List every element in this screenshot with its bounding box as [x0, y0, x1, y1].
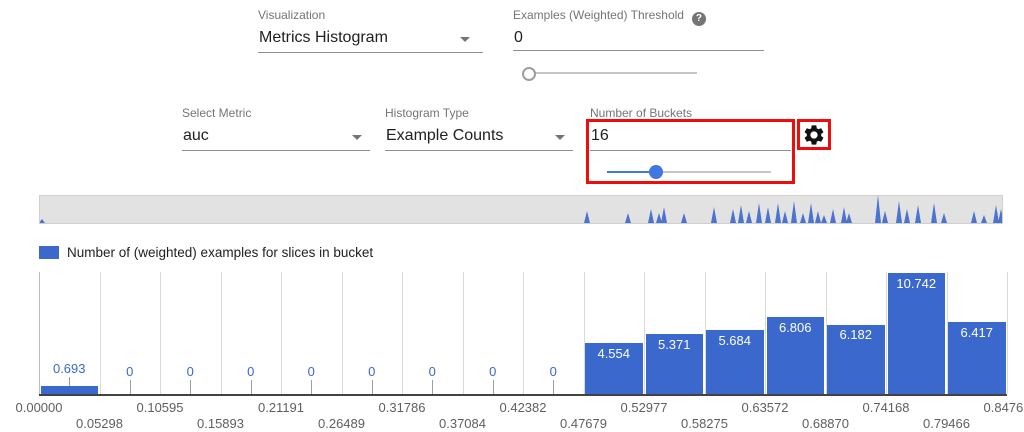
overview-spike — [821, 215, 827, 223]
overview-spike — [815, 211, 821, 223]
input-underline — [385, 150, 573, 151]
slider-thumb[interactable] — [649, 165, 663, 179]
input-underline — [590, 150, 791, 151]
overview-spike — [681, 213, 687, 223]
overview-spike — [915, 205, 921, 223]
overview-spike — [791, 201, 797, 223]
overview-spike — [711, 207, 717, 223]
bar-value-label: 6.182 — [816, 327, 897, 342]
slider-track[interactable] — [529, 72, 697, 74]
annotation-stem — [493, 380, 494, 394]
overview-spike — [738, 205, 744, 223]
overview-spike — [931, 203, 937, 223]
overview-spike — [775, 203, 781, 223]
slider-thumb[interactable] — [522, 67, 536, 81]
chevron-down-icon[interactable] — [460, 37, 470, 42]
x-tick-label: 0.21191 — [241, 400, 321, 415]
overview-spike — [782, 211, 788, 223]
overview-spike — [841, 207, 847, 223]
annotation-stem — [190, 380, 191, 394]
histogram-type-label: Histogram Type — [385, 106, 469, 120]
bar-value-label: 0 — [513, 364, 594, 379]
annotation-stem — [69, 377, 70, 386]
x-tick-label: 0.79466 — [907, 416, 987, 431]
threshold-label: Examples (Weighted) Threshold? — [513, 8, 706, 26]
overview-spike — [656, 213, 662, 223]
annotation-stem — [432, 380, 433, 394]
overview-spike — [584, 211, 590, 223]
overview-spike — [625, 213, 631, 223]
overview-spike — [971, 211, 977, 223]
chevron-down-icon[interactable] — [352, 135, 362, 140]
x-tick-label: 0.00000 — [0, 400, 79, 415]
select-metric-value: auc — [183, 127, 209, 145]
overview-spike — [765, 207, 771, 223]
overview-spike — [993, 205, 999, 223]
histogram-bar[interactable] — [41, 386, 99, 394]
visualization-label: Visualization — [258, 8, 325, 22]
overview-spike — [730, 209, 736, 223]
metrics-histogram-view: Visualization Metrics Histogram Examples… — [0, 0, 1024, 432]
legend-label: Number of (weighted) examples for slices… — [67, 245, 373, 260]
x-tick-label: 0.68870 — [786, 416, 866, 431]
legend-swatch — [39, 246, 59, 259]
x-tick-label: 0.84763 — [967, 400, 1024, 415]
annotation-stem — [311, 380, 312, 394]
overview-spike — [941, 213, 947, 223]
settings-button[interactable] — [797, 119, 831, 150]
overview-spike — [746, 211, 752, 223]
visualization-value: Metrics Histogram — [259, 29, 388, 47]
input-underline — [182, 150, 370, 151]
plot-area: 0.693000000004.5545.3715.6846.8066.18210… — [39, 272, 1007, 394]
num-buckets-value: 16 — [591, 127, 609, 145]
x-tick-label: 0.47679 — [544, 416, 624, 431]
overview-spike — [875, 196, 881, 223]
overview-spike — [830, 209, 836, 223]
overview-spike — [904, 209, 910, 223]
overview-spike — [648, 209, 654, 223]
input-underline — [258, 52, 483, 53]
annotation-stem — [251, 380, 252, 394]
overview-spike — [882, 211, 888, 223]
input-underline — [513, 50, 764, 51]
x-tick-label: 0.05298 — [60, 416, 140, 431]
help-icon[interactable]: ? — [692, 12, 706, 26]
x-tick-label: 0.74168 — [846, 400, 926, 415]
x-tick-label: 0.63572 — [725, 400, 805, 415]
bar-value-label: 10.742 — [876, 276, 957, 291]
overview-strip[interactable] — [39, 195, 1003, 224]
x-tick-label: 0.42382 — [483, 400, 563, 415]
overview-spike — [846, 213, 852, 223]
overview-spike — [756, 203, 762, 223]
overview-spikes — [40, 196, 1002, 223]
x-tick-label: 0.26489 — [302, 416, 382, 431]
overview-spike — [808, 203, 814, 223]
x-tick-label: 0.31786 — [362, 400, 442, 415]
overview-spike — [981, 215, 987, 223]
threshold-value: 0 — [514, 29, 523, 47]
overview-spike — [661, 207, 667, 223]
overview-spike — [40, 219, 45, 223]
x-tick-label: 0.15893 — [181, 416, 261, 431]
chevron-down-icon[interactable] — [555, 135, 565, 140]
histogram-type-value: Example Counts — [386, 127, 503, 145]
overview-spike — [998, 209, 1002, 223]
gear-icon — [802, 123, 826, 147]
select-metric-label: Select Metric — [182, 106, 251, 120]
overview-spike — [896, 201, 902, 223]
annotation-stem — [553, 380, 554, 394]
x-tick-label: 0.58275 — [665, 416, 745, 431]
overview-spike — [800, 213, 806, 223]
x-tick-label: 0.10595 — [120, 400, 200, 415]
buckets-slider[interactable] — [607, 164, 771, 180]
bar-value-label: 6.417 — [937, 325, 1018, 340]
x-axis-line — [39, 394, 1007, 396]
annotation-stem — [130, 380, 131, 394]
histogram-chart: 0.693000000004.5545.3715.6846.8066.18210… — [0, 272, 1024, 432]
num-buckets-label: Number of Buckets — [590, 106, 692, 120]
x-tick-label: 0.52977 — [604, 400, 684, 415]
threshold-slider[interactable] — [529, 65, 697, 81]
x-tick-label: 0.37084 — [423, 416, 503, 431]
annotation-stem — [372, 380, 373, 394]
